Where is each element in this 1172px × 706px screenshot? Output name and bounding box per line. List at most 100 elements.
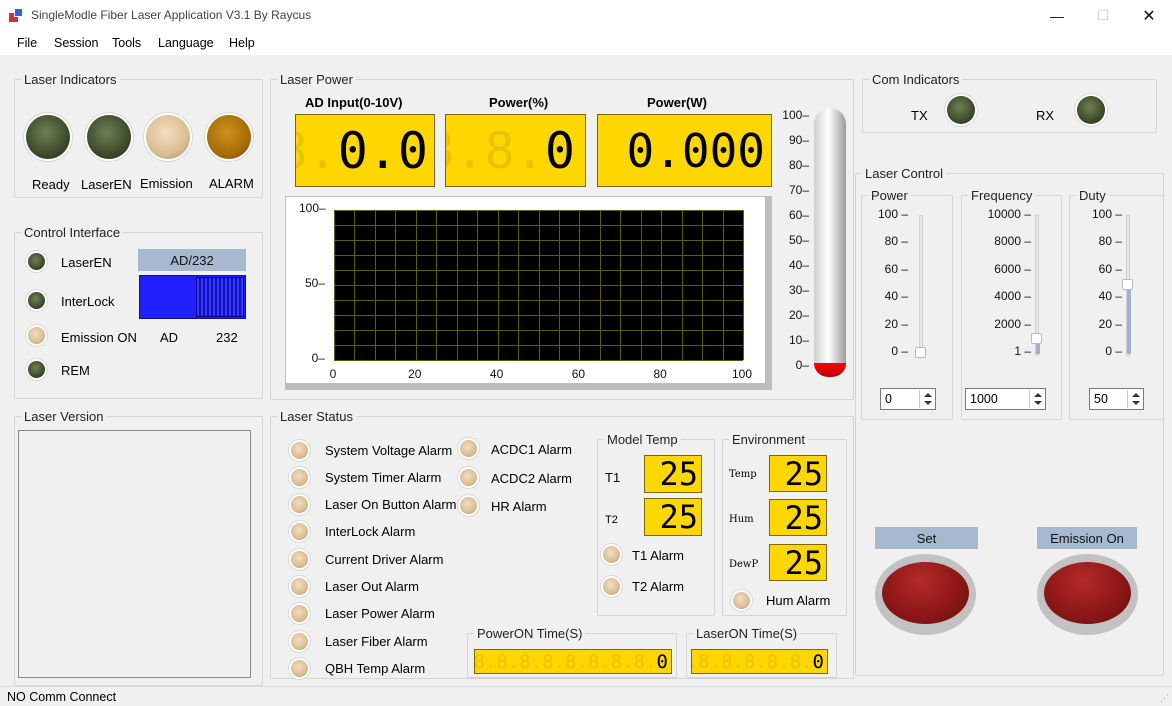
alarm-label: System Voltage Alarm	[325, 443, 453, 458]
t1-value: 25	[659, 455, 698, 493]
thermometer-tick-label: 90–	[788, 133, 809, 147]
alarm-led	[291, 633, 308, 650]
hum-label: Hum	[729, 514, 754, 525]
alarm-label: System Timer Alarm	[325, 470, 442, 485]
duty-spin-arrows[interactable]	[1127, 390, 1142, 408]
plot-gridline-h	[334, 300, 743, 301]
mode-label: AD/232	[138, 249, 246, 271]
emission-button-cap[interactable]	[1044, 562, 1131, 624]
poweron-time-value: 0	[656, 650, 668, 673]
environment-title: Environment	[732, 432, 805, 447]
menu-session[interactable]: Session	[54, 36, 98, 50]
alarm-led	[207, 115, 251, 159]
t1-alarm-led	[603, 546, 620, 563]
poweron-time-title: PowerON Time(S)	[477, 626, 583, 641]
menu-help[interactable]: Help	[229, 36, 255, 50]
hum-alarm-led	[733, 592, 750, 609]
thermometer-tick-label: 0–	[795, 358, 809, 372]
t2-label: T2	[605, 514, 618, 526]
laseren-label: LaserEN	[81, 177, 132, 192]
ci-interlock-label: InterLock	[61, 294, 115, 309]
duty-spinbox[interactable]: 50	[1089, 388, 1144, 410]
status-text: NO Comm Connect	[7, 690, 117, 704]
power-spinbox[interactable]: 0	[880, 388, 936, 410]
ad-232-switch[interactable]	[139, 275, 246, 319]
power-slider-tick: 20 –	[884, 316, 908, 331]
emission-on-button[interactable]	[1037, 554, 1138, 635]
power-w-display: 0.000	[597, 114, 772, 187]
maximize-button[interactable]: ☐	[1080, 0, 1126, 31]
set-button[interactable]	[875, 554, 976, 635]
thermometer-tube	[814, 108, 846, 370]
minimize-button[interactable]: —	[1034, 0, 1080, 31]
ci-rem-led	[28, 361, 45, 378]
switch-232-label: 232	[216, 330, 238, 345]
alarm-led	[291, 469, 308, 486]
thermometer-tick-label: 80–	[788, 158, 809, 172]
power-slider-track[interactable]	[919, 215, 923, 356]
alarm-label: Current Driver Alarm	[325, 552, 444, 567]
resize-grip-icon[interactable]: ⋰	[1160, 693, 1169, 704]
frequency-spinbox[interactable]: 1000	[965, 388, 1046, 410]
emission-on-label: Emission On	[1037, 527, 1137, 549]
set-label: Set	[875, 527, 978, 549]
alarm-label: QBH Temp Alarm	[325, 661, 426, 676]
switch-handle[interactable]	[196, 277, 244, 317]
poweron-ghost-digits: 8.8.8.8.8.8.8.8.8.	[474, 650, 657, 673]
x-tick-label: 40	[489, 367, 504, 381]
frequency-spin-arrows[interactable]	[1029, 390, 1044, 408]
menu-bar: File Session Tools Language Help	[0, 31, 1172, 55]
ad-input-display: 8.0.0	[295, 114, 435, 187]
menu-tools[interactable]: Tools	[112, 36, 141, 50]
window-title: SingleModle Fiber Laser Application V3.1…	[31, 8, 312, 22]
title-bar: SingleModle Fiber Laser Application V3.1…	[0, 0, 1172, 31]
power-slider-tick: 60 –	[884, 261, 908, 276]
power-slider-thumb[interactable]	[915, 347, 926, 358]
tx-led	[947, 96, 975, 124]
frequency-spin-value: 1000	[970, 392, 998, 406]
ad-input-label: AD Input(0-10V)	[305, 95, 403, 110]
frequency-slider-group: Frequency	[961, 188, 1062, 420]
set-button-cap[interactable]	[882, 562, 969, 624]
plot-gridline-h	[334, 255, 743, 256]
t2-display: 25	[644, 498, 702, 536]
laser-power-title: Laser Power	[280, 72, 353, 87]
plot-gridline-h	[334, 315, 743, 316]
laser-version-textbox[interactable]	[18, 430, 251, 678]
x-tick-label: 0	[329, 367, 337, 381]
laseron-time-title: LaserON Time(S)	[696, 626, 798, 641]
power-chart	[285, 196, 772, 390]
alarm-led	[460, 469, 477, 486]
t2-value: 25	[659, 498, 698, 536]
power-w-value: 0.000	[626, 123, 765, 178]
power-spin-arrows[interactable]	[919, 390, 934, 408]
ready-label: Ready	[32, 177, 70, 192]
laser-control-title: Laser Control	[865, 166, 944, 181]
menu-file[interactable]: File	[17, 36, 37, 50]
power-slider-tick: 40 –	[884, 289, 908, 304]
laser-indicators-title: Laser Indicators	[24, 72, 117, 87]
tx-label: TX	[911, 108, 928, 123]
hum-display: 25	[769, 499, 827, 536]
duty-slider-tick: 40 –	[1098, 289, 1122, 304]
power-w-label: Power(W)	[647, 95, 707, 110]
frequency-slider-thumb[interactable]	[1031, 333, 1042, 345]
alarm-led	[291, 578, 308, 595]
laseron-ghost-digits: 8.8.8.8.8.8.	[692, 650, 813, 673]
plot-area	[334, 210, 744, 361]
thermometer-tick-label: 70–	[788, 183, 809, 197]
y-tick-label: 0–	[311, 351, 325, 365]
frequency-slider-tick: 6000 –	[994, 261, 1031, 276]
duty-slider-title: Duty	[1079, 188, 1106, 203]
duty-slider-thumb[interactable]	[1122, 278, 1133, 290]
alarm-label: Laser On Button Alarm	[325, 497, 457, 512]
plot-gridline-v	[743, 210, 744, 360]
rx-led	[1077, 96, 1105, 124]
frequency-slider-tick: 4000 –	[994, 289, 1031, 304]
power-slider-tick: 80 –	[884, 234, 908, 249]
alarm-label: ALARM	[209, 176, 254, 191]
ci-emission-on-label: Emission ON	[61, 330, 137, 345]
close-button[interactable]: ✕	[1126, 0, 1172, 31]
laseron-time-value: 0	[812, 650, 824, 673]
menu-language[interactable]: Language	[158, 36, 214, 50]
